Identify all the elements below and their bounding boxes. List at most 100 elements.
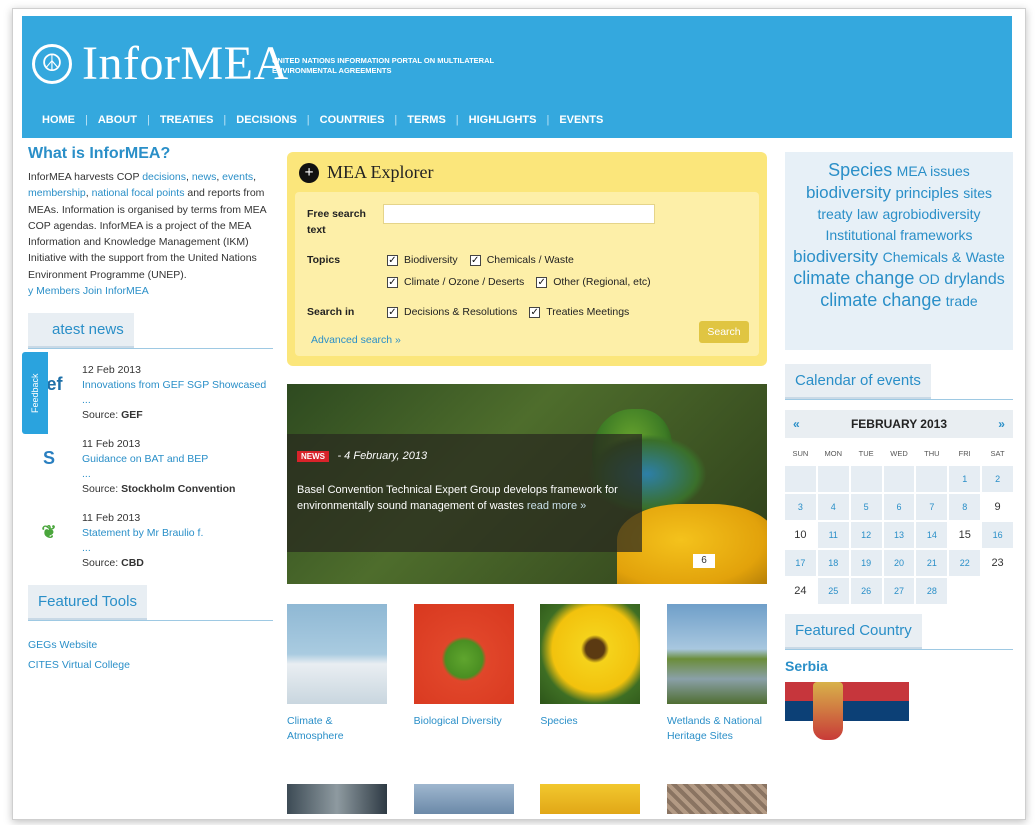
tag-link[interactable]: law (857, 206, 878, 222)
label-decisions-resolutions: Decisions & Resolutions (404, 306, 518, 318)
checkbox-decisions-resolutions[interactable]: ✓ (387, 306, 398, 318)
calendar-nav: « FEBRUARY 2013 » (785, 410, 1013, 438)
link-events[interactable]: events (222, 171, 253, 183)
nav-item-home[interactable]: HOME (42, 114, 75, 126)
read-more-link[interactable]: read more » (527, 500, 586, 512)
feedback-tab[interactable]: Feedback (22, 352, 48, 434)
tag-link[interactable]: climate change (793, 268, 914, 288)
slide-date: - 4 February, 2013 (337, 450, 428, 462)
mea-explorer: + MEA Explorer Free search text Topics ✓… (287, 152, 767, 366)
calendar-day[interactable]: 24 (785, 578, 816, 604)
search-button[interactable]: Search (699, 321, 749, 343)
calendar-day[interactable]: 27 (883, 578, 915, 604)
tag-link[interactable]: drylands (944, 271, 1004, 288)
calendar-day[interactable]: 25 (817, 578, 849, 604)
tag-link[interactable]: Institutional frameworks (825, 227, 972, 243)
nav-item-countries[interactable]: COUNTRIES (320, 114, 385, 126)
thumb-species[interactable]: Species (540, 604, 641, 744)
latest-news-tab[interactable]: atest news (28, 313, 134, 349)
calendar-day[interactable]: 3 (785, 494, 816, 520)
thumb-image[interactable] (287, 784, 387, 814)
link-membership[interactable]: membership (28, 187, 86, 199)
thumb-image[interactable] (413, 784, 514, 814)
tool-link[interactable]: CITES Virtual College (28, 655, 273, 675)
link-decisions[interactable]: decisions (142, 171, 186, 183)
advanced-search-link[interactable]: Advanced search » (311, 334, 401, 346)
nav-item-terms[interactable]: TERMS (407, 114, 446, 126)
featured-tools-tab[interactable]: Featured Tools (28, 585, 147, 621)
tag-link[interactable]: Chemicals & (883, 249, 962, 265)
members-link[interactable]: y Members (28, 285, 80, 297)
calendar-day[interactable]: 26 (850, 578, 882, 604)
calendar-day[interactable]: 7 (916, 494, 948, 520)
news-title-link[interactable]: Guidance on BAT and BEP (82, 452, 235, 467)
tag-link[interactable]: sites (963, 185, 992, 201)
tag-link[interactable]: trade (946, 293, 978, 309)
calendar-day[interactable]: 2 (982, 466, 1013, 492)
nav-item-events[interactable]: EVENTS (559, 114, 603, 126)
tag-link[interactable]: agrobiodiversity (882, 206, 980, 222)
calendar-day[interactable]: 19 (850, 550, 882, 576)
plus-icon[interactable]: + (299, 162, 319, 183)
featured-country-name[interactable]: Serbia (785, 658, 1013, 674)
calendar-tab[interactable]: Calendar of events (785, 364, 931, 399)
thumb-image[interactable] (540, 784, 641, 814)
checkbox-other-regional[interactable]: ✓ (536, 276, 548, 288)
link-national-focal-points[interactable]: national focal points (92, 187, 185, 199)
thumb-biodiversity[interactable]: Biological Diversity (413, 604, 514, 744)
nav-item-treaties[interactable]: TREATIES (160, 114, 214, 126)
calendar-day[interactable]: 15 (949, 522, 981, 548)
calendar-day[interactable]: 20 (883, 550, 915, 576)
nav-item-about[interactable]: ABOUT (98, 114, 137, 126)
tool-link[interactable]: GEGs Website (28, 635, 273, 655)
tag-link[interactable]: OD (919, 271, 940, 287)
site-logo[interactable]: ☮ InforMEA (32, 36, 289, 91)
calendar-day[interactable]: 22 (949, 550, 981, 576)
calendar-day[interactable]: 1 (949, 466, 981, 492)
tag-link[interactable]: MEA issues (897, 163, 970, 179)
checkbox-chemicals-waste[interactable]: ✓ (469, 254, 481, 266)
featured-country-tab[interactable]: Featured Country (785, 614, 922, 649)
serbia-flag-image[interactable] (785, 682, 909, 740)
calendar-day[interactable]: 28 (916, 578, 948, 604)
calendar-day[interactable]: 12 (850, 522, 882, 548)
calendar-day[interactable]: 11 (817, 522, 849, 548)
tag-link[interactable]: biodiversity (793, 247, 878, 266)
tag-link[interactable]: principles (895, 185, 958, 202)
checkbox-climate-ozone-deserts[interactable]: ✓ (387, 276, 398, 288)
checkbox-treaties-meetings[interactable]: ✓ (529, 306, 541, 318)
prev-month-button[interactable]: « (793, 417, 800, 431)
tag-link[interactable]: climate change (820, 290, 941, 310)
tag-link[interactable]: Waste (966, 249, 1005, 265)
calendar-day[interactable]: 13 (883, 522, 915, 548)
checkbox-biodiversity[interactable]: ✓ (387, 254, 398, 266)
link-news[interactable]: news (192, 171, 217, 183)
calendar-day[interactable]: 6 (883, 494, 915, 520)
calendar-day[interactable]: 18 (817, 550, 849, 576)
calendar-day[interactable]: 17 (785, 550, 816, 576)
calendar-day[interactable]: 10 (785, 522, 816, 548)
nav-item-decisions[interactable]: DECISIONS (236, 114, 297, 126)
calendar-day[interactable]: 8 (949, 494, 981, 520)
tag-link[interactable]: Species (828, 160, 892, 180)
news-title-link[interactable]: Innovations from GEF SGP Showcased ... (82, 378, 273, 408)
free-search-input[interactable] (383, 204, 655, 224)
thumb-climate[interactable]: Climate & Atmosphere (287, 604, 387, 744)
calendar-day[interactable]: 9 (982, 494, 1013, 520)
calendar-day[interactable]: 5 (850, 494, 882, 520)
calendar-day[interactable]: 21 (916, 550, 948, 576)
calendar-day[interactable]: 16 (982, 522, 1013, 548)
join-link[interactable]: Join InforMEA (83, 285, 149, 297)
nav-item-highlights[interactable]: HIGHLIGHTS (469, 114, 537, 126)
thumb-wetlands[interactable]: Wetlands & National Heritage Sites (666, 604, 767, 744)
slide-counter[interactable]: 6 (693, 554, 715, 568)
news-slider[interactable]: NEWS - 4 February, 2013 Basel Convention… (287, 384, 767, 584)
thumb-image[interactable] (666, 784, 767, 814)
tag-link[interactable]: biodiversity (806, 183, 891, 202)
calendar-day[interactable]: 4 (817, 494, 849, 520)
tag-link[interactable]: treaty (818, 206, 853, 222)
next-month-button[interactable]: » (998, 417, 1005, 431)
calendar-day[interactable]: 23 (982, 550, 1013, 576)
calendar-day[interactable]: 14 (916, 522, 948, 548)
news-title-link[interactable]: Statement by Mr Braulio f. (82, 526, 203, 541)
